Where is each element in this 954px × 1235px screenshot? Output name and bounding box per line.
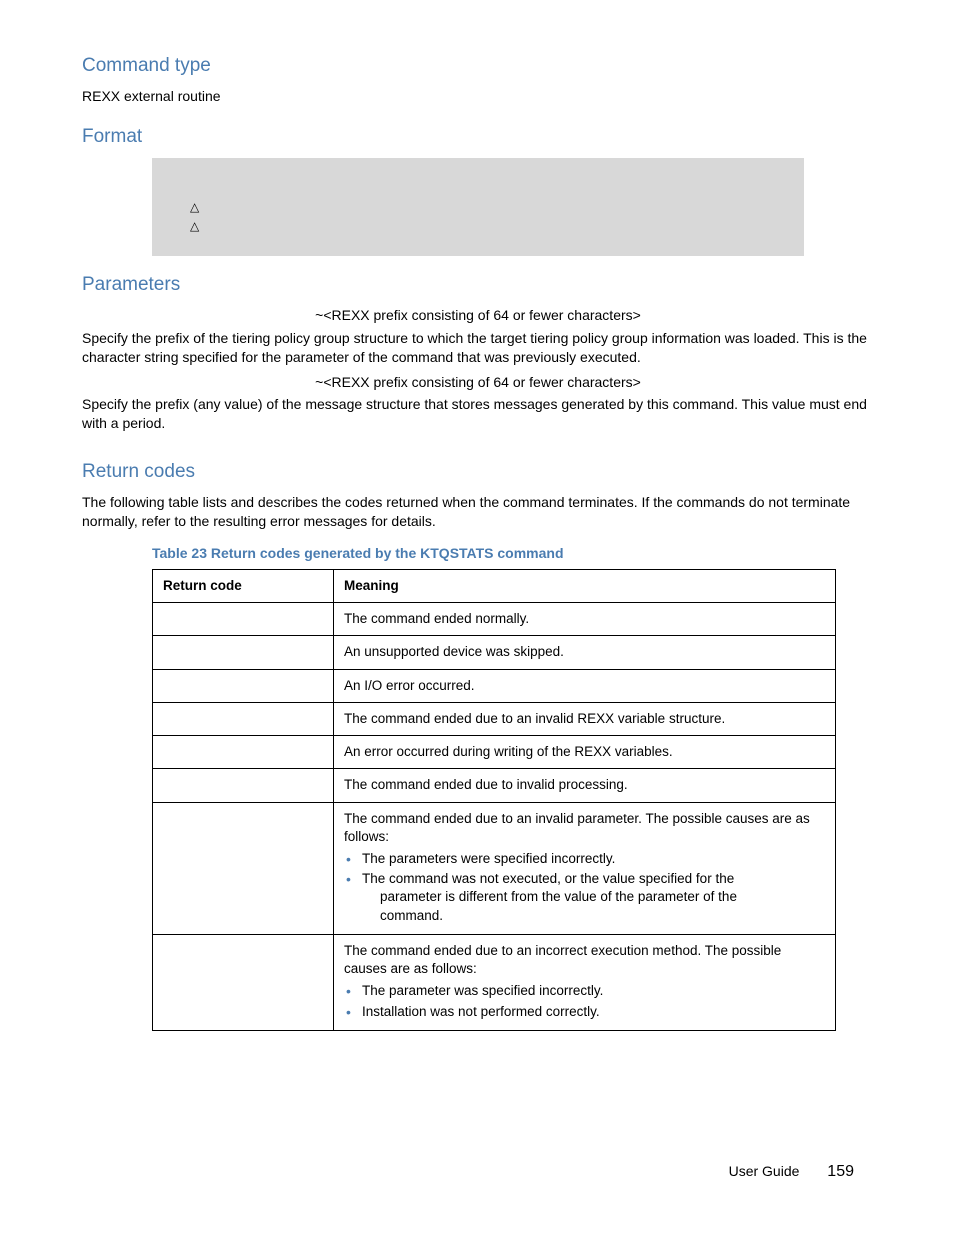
param1-desc-b: parameter of the xyxy=(285,349,392,365)
row8-b1-b: parameter was specified incorrectly. xyxy=(389,983,603,998)
row7-b2-line3: command. xyxy=(362,907,825,925)
cell-code xyxy=(153,736,334,769)
page: Command type REXX external routine Forma… xyxy=(0,0,954,1235)
table-row: An I/O error occurred. xyxy=(153,669,836,702)
table-row: The command ended due to an invalid REXX… xyxy=(153,702,836,735)
cell-meaning: An unsupported device was skipped. xyxy=(334,636,836,669)
cell-code xyxy=(153,702,334,735)
row7-b2-c: parameter is different from the value of… xyxy=(380,889,638,904)
format-code-block: △ △ xyxy=(152,158,804,256)
table-row: The command ended due to invalid process… xyxy=(153,769,836,802)
cell-meaning: The command ended due to an invalid para… xyxy=(334,802,836,934)
row7-b2-b: command was not executed, or the value s… xyxy=(389,871,734,886)
cell-meaning: The command ended due to invalid process… xyxy=(334,769,836,802)
return-codes-table: Return code Meaning The command ended no… xyxy=(152,569,836,1031)
cell-meaning: The command ended due to an invalid REXX… xyxy=(334,702,836,735)
param1-desc-c: command that was previously executed. xyxy=(392,349,641,365)
row8-bullets: The parameter was specified incorrectly.… xyxy=(344,982,825,1020)
table-row: The command ended due to an incorrect ex… xyxy=(153,934,836,1030)
row7-b2-a: The xyxy=(362,871,389,886)
cell-meaning: An error occurred during writing of the … xyxy=(334,736,836,769)
cell-meaning: The command ended due to an incorrect ex… xyxy=(334,934,836,1030)
cell-meaning: An I/O error occurred. xyxy=(334,669,836,702)
row8-intro: The command ended due to an incorrect ex… xyxy=(344,942,825,978)
row7-intro: The command ended due to an invalid para… xyxy=(344,810,825,846)
table-header-row: Return code Meaning xyxy=(153,570,836,603)
table-row: An error occurred during writing of the … xyxy=(153,736,836,769)
row7-bullet2: The command was not executed, or the val… xyxy=(344,870,825,925)
return-codes-intro: The following table lists and describes … xyxy=(82,493,874,531)
table-row: The command ended normally. xyxy=(153,603,836,636)
param1-description: Specify the prefix of the tiering policy… xyxy=(82,329,874,367)
heading-format: Format xyxy=(82,126,874,148)
param2-syntax: ~<REXX prefix consisting of 64 or fewer … xyxy=(82,373,874,392)
cell-code xyxy=(153,669,334,702)
th-return-code: Return code xyxy=(153,570,334,603)
heading-return-codes: Return codes xyxy=(82,461,874,483)
page-footer: User Guide 159 xyxy=(729,1163,854,1181)
row8-b1-a: The xyxy=(362,983,389,998)
row8-bullet1: The parameter was specified incorrectly. xyxy=(344,982,825,1000)
cell-meaning: The command ended normally. xyxy=(334,603,836,636)
return-intro-a: The following table lists and describes … xyxy=(82,494,503,510)
row7-bullets: The parameters were specified incorrectl… xyxy=(344,850,825,925)
cell-code xyxy=(153,802,334,934)
footer-label: User Guide xyxy=(729,1163,800,1179)
command-type-body: REXX external routine xyxy=(82,87,874,106)
th-meaning: Meaning xyxy=(334,570,836,603)
row7-bullet1: The parameters were specified incorrectl… xyxy=(344,850,825,868)
cell-code xyxy=(153,603,334,636)
param1-syntax: ~<REXX prefix consisting of 64 or fewer … xyxy=(82,306,874,325)
cell-code xyxy=(153,934,334,1030)
heading-parameters: Parameters xyxy=(82,274,874,296)
param2-description: Specify the prefix (any value) of the me… xyxy=(82,395,874,433)
page-number: 159 xyxy=(827,1163,854,1181)
row8-bullet2: Installation was not performed correctly… xyxy=(344,1003,825,1021)
row7-b2-d: parameter of the xyxy=(638,889,737,904)
heading-command-type: Command type xyxy=(82,55,874,77)
table-caption: Table 23 Return codes generated by the K… xyxy=(152,545,874,561)
cell-code xyxy=(153,636,334,669)
table-row: The command ended due to an invalid para… xyxy=(153,802,836,934)
format-delta-2: △ xyxy=(190,217,786,236)
table-row: An unsupported device was skipped. xyxy=(153,636,836,669)
format-delta-1: △ xyxy=(190,198,786,217)
cell-code xyxy=(153,769,334,802)
row7-b2-line2: parameter is different from the value of… xyxy=(362,888,825,906)
